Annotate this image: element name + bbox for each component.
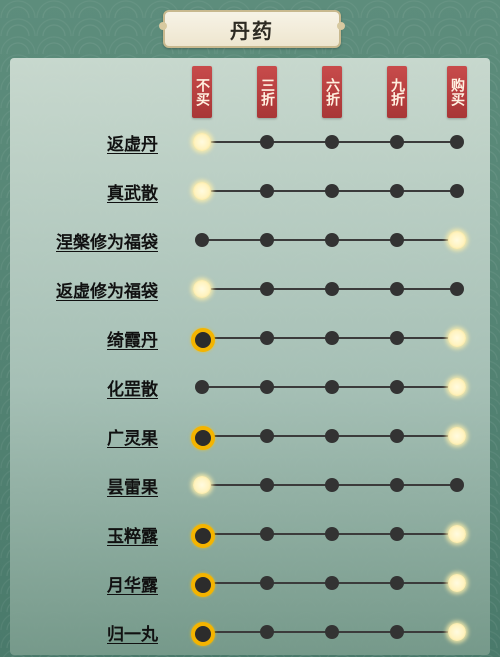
column-header-2: 六折 [322,66,342,118]
item-row: 绮霞丹 [0,320,500,356]
option-dot-六折[interactable] [325,429,339,443]
option-dot-三折[interactable] [260,135,274,149]
page-title: 丹药 [230,18,274,43]
option-dot-购买[interactable] [450,282,464,296]
option-dot-购买[interactable] [448,427,466,445]
option-dot-三折[interactable] [260,233,274,247]
item-name: 化罡散 [107,380,158,400]
option-dot-九折[interactable] [390,527,404,541]
item-row: 返虚修为福袋 [0,271,500,307]
option-dot-六折[interactable] [325,625,339,639]
option-dot-不买[interactable] [191,524,215,548]
option-dot-九折[interactable] [390,135,404,149]
option-dot-六折[interactable] [325,331,339,345]
item-name: 返虚丹 [107,135,158,155]
option-dot-不买[interactable] [193,182,211,200]
item-row: 昙雷果 [0,467,500,503]
option-dot-不买[interactable] [193,476,211,494]
option-dot-不买[interactable] [191,573,215,597]
option-dot-三折[interactable] [260,429,274,443]
item-name: 广灵果 [107,429,158,449]
item-name: 月华露 [107,576,158,596]
item-row: 玉粹露 [0,516,500,552]
option-dot-不买[interactable] [193,280,211,298]
title-banner: 丹药 [159,10,345,48]
option-dot-购买[interactable] [448,378,466,396]
column-header-0: 不买 [192,66,212,118]
option-dot-不买[interactable] [195,233,209,247]
option-dot-九折[interactable] [390,184,404,198]
option-dot-九折[interactable] [390,233,404,247]
option-dot-不买[interactable] [195,380,209,394]
option-dot-三折[interactable] [260,282,274,296]
item-name: 玉粹露 [107,527,158,547]
option-dot-九折[interactable] [390,380,404,394]
option-dot-九折[interactable] [390,576,404,590]
option-dot-三折[interactable] [260,625,274,639]
option-dot-六折[interactable] [325,527,339,541]
option-dot-三折[interactable] [260,576,274,590]
option-dot-六折[interactable] [325,184,339,198]
option-dot-九折[interactable] [390,331,404,345]
item-name: 真武散 [107,184,158,204]
option-dot-不买[interactable] [191,622,215,646]
item-name: 绮霞丹 [107,331,158,351]
item-row: 涅槃修为福袋 [0,222,500,258]
item-row: 广灵果 [0,418,500,454]
option-dot-购买[interactable] [448,574,466,592]
option-dot-购买[interactable] [450,135,464,149]
option-dot-六折[interactable] [325,576,339,590]
option-dot-不买[interactable] [191,426,215,450]
column-header-1: 三折 [257,66,277,118]
option-dot-三折[interactable] [260,380,274,394]
item-name: 返虚修为福袋 [56,282,158,302]
option-dot-六折[interactable] [325,135,339,149]
item-name: 昙雷果 [107,478,158,498]
option-dot-九折[interactable] [390,478,404,492]
option-dot-不买[interactable] [193,133,211,151]
column-header-4: 购买 [447,66,467,118]
option-dot-三折[interactable] [260,478,274,492]
option-dot-购买[interactable] [448,623,466,641]
item-name: 归一丸 [107,625,158,645]
option-dot-不买[interactable] [191,328,215,352]
option-dot-九折[interactable] [390,625,404,639]
option-dot-购买[interactable] [448,329,466,347]
option-dot-九折[interactable] [390,282,404,296]
item-row: 返虚丹 [0,124,500,160]
option-dot-购买[interactable] [448,525,466,543]
item-row: 化罡散 [0,369,500,405]
option-dot-六折[interactable] [325,282,339,296]
option-dot-购买[interactable] [448,231,466,249]
item-name: 涅槃修为福袋 [56,233,158,253]
option-dot-九折[interactable] [390,429,404,443]
option-dot-购买[interactable] [450,478,464,492]
option-dot-六折[interactable] [325,478,339,492]
option-dot-六折[interactable] [325,233,339,247]
option-dot-三折[interactable] [260,184,274,198]
item-row: 月华露 [0,565,500,601]
option-dot-购买[interactable] [450,184,464,198]
option-dot-三折[interactable] [260,331,274,345]
item-row: 归一丸 [0,614,500,650]
item-row: 真武散 [0,173,500,209]
option-dot-六折[interactable] [325,380,339,394]
option-dot-三折[interactable] [260,527,274,541]
column-header-3: 九折 [387,66,407,118]
